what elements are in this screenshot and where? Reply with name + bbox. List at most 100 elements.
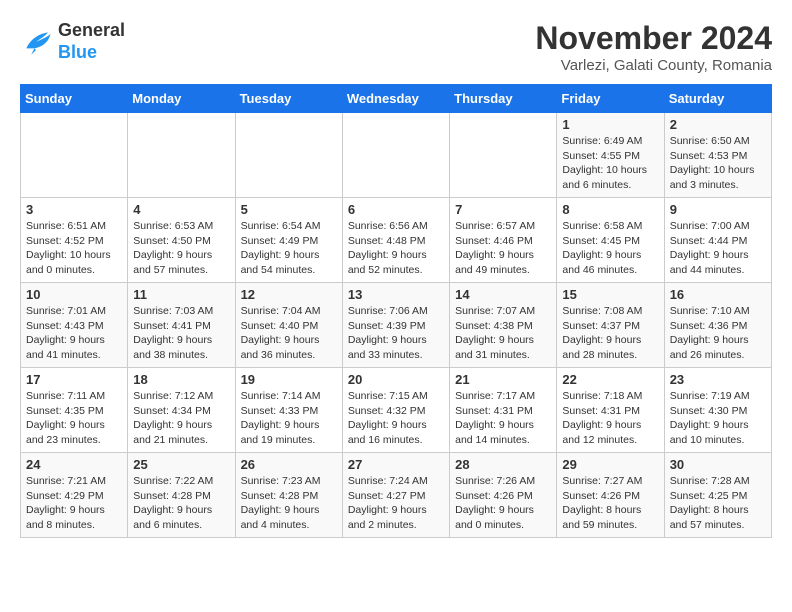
day-number: 7 bbox=[455, 202, 551, 217]
day-number: 29 bbox=[562, 457, 658, 472]
day-info: Sunrise: 7:04 AM Sunset: 4:40 PM Dayligh… bbox=[241, 304, 337, 363]
day-info: Sunrise: 7:10 AM Sunset: 4:36 PM Dayligh… bbox=[670, 304, 766, 363]
weekday-header-wednesday: Wednesday bbox=[342, 85, 449, 113]
day-number: 11 bbox=[133, 287, 229, 302]
day-info: Sunrise: 7:06 AM Sunset: 4:39 PM Dayligh… bbox=[348, 304, 444, 363]
weekday-header-thursday: Thursday bbox=[450, 85, 557, 113]
location: Varlezi, Galati County, Romania bbox=[535, 57, 772, 74]
calendar-cell: 25 Sunrise: 7:22 AM Sunset: 4:28 PM Dayli… bbox=[128, 453, 235, 538]
day-number: 3 bbox=[26, 202, 122, 217]
calendar-cell: 2 Sunrise: 6:50 AM Sunset: 4:53 PM Daylig… bbox=[664, 113, 771, 198]
month-title: November 2024 bbox=[535, 20, 772, 57]
day-info: Sunrise: 7:07 AM Sunset: 4:38 PM Dayligh… bbox=[455, 304, 551, 363]
calendar-cell: 26 Sunrise: 7:23 AM Sunset: 4:28 PM Dayli… bbox=[235, 453, 342, 538]
day-number: 22 bbox=[562, 372, 658, 387]
day-number: 5 bbox=[241, 202, 337, 217]
calendar-cell: 24 Sunrise: 7:21 AM Sunset: 4:29 PM Dayli… bbox=[21, 453, 128, 538]
calendar-cell: 15Sunrise: 7:08 AM Sunset: 4:37 PM Dayli… bbox=[557, 283, 664, 368]
day-info: Sunrise: 7:26 AM Sunset: 4:26 PM Dayligh… bbox=[455, 474, 551, 533]
day-number: 6 bbox=[348, 202, 444, 217]
calendar-week-row: 17 Sunrise: 7:11 AM Sunset: 4:35 PM Dayli… bbox=[21, 368, 772, 453]
calendar-cell: 18 Sunrise: 7:12 AM Sunset: 4:34 PM Dayli… bbox=[128, 368, 235, 453]
day-number: 4 bbox=[133, 202, 229, 217]
calendar-cell: 12 Sunrise: 7:04 AM Sunset: 4:40 PM Dayli… bbox=[235, 283, 342, 368]
day-number: 1 bbox=[562, 117, 658, 132]
day-number: 25 bbox=[133, 457, 229, 472]
weekday-header-tuesday: Tuesday bbox=[235, 85, 342, 113]
calendar-cell: 21Sunrise: 7:17 AM Sunset: 4:31 PM Dayli… bbox=[450, 368, 557, 453]
day-number: 14 bbox=[455, 287, 551, 302]
day-info: Sunrise: 7:15 AM Sunset: 4:32 PM Dayligh… bbox=[348, 389, 444, 448]
day-info: Sunrise: 7:17 AM Sunset: 4:31 PM Dayligh… bbox=[455, 389, 551, 448]
day-number: 28 bbox=[455, 457, 551, 472]
day-number: 8 bbox=[562, 202, 658, 217]
calendar-cell: 7 Sunrise: 6:57 AM Sunset: 4:46 PM Daylig… bbox=[450, 198, 557, 283]
calendar-cell: 10Sunrise: 7:01 AM Sunset: 4:43 PM Dayli… bbox=[21, 283, 128, 368]
logo-text: General Blue bbox=[58, 20, 125, 63]
day-number: 17 bbox=[26, 372, 122, 387]
day-info: Sunrise: 6:57 AM Sunset: 4:46 PM Dayligh… bbox=[455, 219, 551, 278]
calendar-cell: 1 Sunrise: 6:49 AM Sunset: 4:55 PM Daylig… bbox=[557, 113, 664, 198]
day-info: Sunrise: 7:19 AM Sunset: 4:30 PM Dayligh… bbox=[670, 389, 766, 448]
calendar-cell bbox=[342, 113, 449, 198]
calendar-cell bbox=[235, 113, 342, 198]
day-info: Sunrise: 7:22 AM Sunset: 4:28 PM Dayligh… bbox=[133, 474, 229, 533]
calendar-week-row: 3 Sunrise: 6:51 AM Sunset: 4:52 PM Daylig… bbox=[21, 198, 772, 283]
day-number: 12 bbox=[241, 287, 337, 302]
calendar-week-row: 24 Sunrise: 7:21 AM Sunset: 4:29 PM Dayli… bbox=[21, 453, 772, 538]
day-info: Sunrise: 6:58 AM Sunset: 4:45 PM Dayligh… bbox=[562, 219, 658, 278]
calendar-cell: 13 Sunrise: 7:06 AM Sunset: 4:39 PM Dayli… bbox=[342, 283, 449, 368]
day-info: Sunrise: 7:23 AM Sunset: 4:28 PM Dayligh… bbox=[241, 474, 337, 533]
day-info: Sunrise: 7:00 AM Sunset: 4:44 PM Dayligh… bbox=[670, 219, 766, 278]
day-number: 30 bbox=[670, 457, 766, 472]
day-info: Sunrise: 7:03 AM Sunset: 4:41 PM Dayligh… bbox=[133, 304, 229, 363]
calendar-week-row: 10Sunrise: 7:01 AM Sunset: 4:43 PM Dayli… bbox=[21, 283, 772, 368]
calendar-cell bbox=[128, 113, 235, 198]
day-number: 24 bbox=[26, 457, 122, 472]
day-info: Sunrise: 7:01 AM Sunset: 4:43 PM Dayligh… bbox=[26, 304, 122, 363]
day-number: 19 bbox=[241, 372, 337, 387]
calendar-cell: 28 Sunrise: 7:26 AM Sunset: 4:26 PM Dayli… bbox=[450, 453, 557, 538]
calendar-cell: 11 Sunrise: 7:03 AM Sunset: 4:41 PM Dayli… bbox=[128, 283, 235, 368]
weekday-header-friday: Friday bbox=[557, 85, 664, 113]
day-number: 9 bbox=[670, 202, 766, 217]
calendar-cell: 20Sunrise: 7:15 AM Sunset: 4:32 PM Dayli… bbox=[342, 368, 449, 453]
day-info: Sunrise: 6:54 AM Sunset: 4:49 PM Dayligh… bbox=[241, 219, 337, 278]
calendar-cell: 4 Sunrise: 6:53 AM Sunset: 4:50 PM Daylig… bbox=[128, 198, 235, 283]
day-info: Sunrise: 6:50 AM Sunset: 4:53 PM Dayligh… bbox=[670, 134, 766, 193]
weekday-header-sunday: Sunday bbox=[21, 85, 128, 113]
calendar-cell: 8 Sunrise: 6:58 AM Sunset: 4:45 PM Daylig… bbox=[557, 198, 664, 283]
calendar-week-row: 1 Sunrise: 6:49 AM Sunset: 4:55 PM Daylig… bbox=[21, 113, 772, 198]
day-info: Sunrise: 7:12 AM Sunset: 4:34 PM Dayligh… bbox=[133, 389, 229, 448]
day-info: Sunrise: 6:51 AM Sunset: 4:52 PM Dayligh… bbox=[26, 219, 122, 278]
calendar-cell: 27Sunrise: 7:24 AM Sunset: 4:27 PM Dayli… bbox=[342, 453, 449, 538]
day-info: Sunrise: 6:53 AM Sunset: 4:50 PM Dayligh… bbox=[133, 219, 229, 278]
day-info: Sunrise: 7:14 AM Sunset: 4:33 PM Dayligh… bbox=[241, 389, 337, 448]
day-info: Sunrise: 7:21 AM Sunset: 4:29 PM Dayligh… bbox=[26, 474, 122, 533]
day-info: Sunrise: 6:49 AM Sunset: 4:55 PM Dayligh… bbox=[562, 134, 658, 193]
day-info: Sunrise: 7:28 AM Sunset: 4:25 PM Dayligh… bbox=[670, 474, 766, 533]
day-number: 18 bbox=[133, 372, 229, 387]
calendar-table: SundayMondayTuesdayWednesdayThursdayFrid… bbox=[20, 84, 772, 538]
logo: General Blue bbox=[20, 20, 125, 63]
calendar-cell: 22 Sunrise: 7:18 AM Sunset: 4:31 PM Dayli… bbox=[557, 368, 664, 453]
day-info: Sunrise: 7:24 AM Sunset: 4:27 PM Dayligh… bbox=[348, 474, 444, 533]
calendar-cell: 29Sunrise: 7:27 AM Sunset: 4:26 PM Dayli… bbox=[557, 453, 664, 538]
calendar-cell: 3 Sunrise: 6:51 AM Sunset: 4:52 PM Daylig… bbox=[21, 198, 128, 283]
day-number: 26 bbox=[241, 457, 337, 472]
calendar-cell: 16Sunrise: 7:10 AM Sunset: 4:36 PM Dayli… bbox=[664, 283, 771, 368]
day-number: 23 bbox=[670, 372, 766, 387]
calendar-cell: 23 Sunrise: 7:19 AM Sunset: 4:30 PM Dayli… bbox=[664, 368, 771, 453]
day-info: Sunrise: 7:18 AM Sunset: 4:31 PM Dayligh… bbox=[562, 389, 658, 448]
calendar-cell: 5 Sunrise: 6:54 AM Sunset: 4:49 PM Daylig… bbox=[235, 198, 342, 283]
day-info: Sunrise: 7:08 AM Sunset: 4:37 PM Dayligh… bbox=[562, 304, 658, 363]
day-number: 2 bbox=[670, 117, 766, 132]
logo-icon bbox=[20, 26, 52, 58]
day-info: Sunrise: 7:11 AM Sunset: 4:35 PM Dayligh… bbox=[26, 389, 122, 448]
weekday-header-row: SundayMondayTuesdayWednesdayThursdayFrid… bbox=[21, 85, 772, 113]
weekday-header-monday: Monday bbox=[128, 85, 235, 113]
calendar-cell: 19 Sunrise: 7:14 AM Sunset: 4:33 PM Dayli… bbox=[235, 368, 342, 453]
calendar-cell: 9 Sunrise: 7:00 AM Sunset: 4:44 PM Daylig… bbox=[664, 198, 771, 283]
title-area: November 2024 Varlezi, Galati County, Ro… bbox=[535, 20, 772, 74]
day-number: 13 bbox=[348, 287, 444, 302]
